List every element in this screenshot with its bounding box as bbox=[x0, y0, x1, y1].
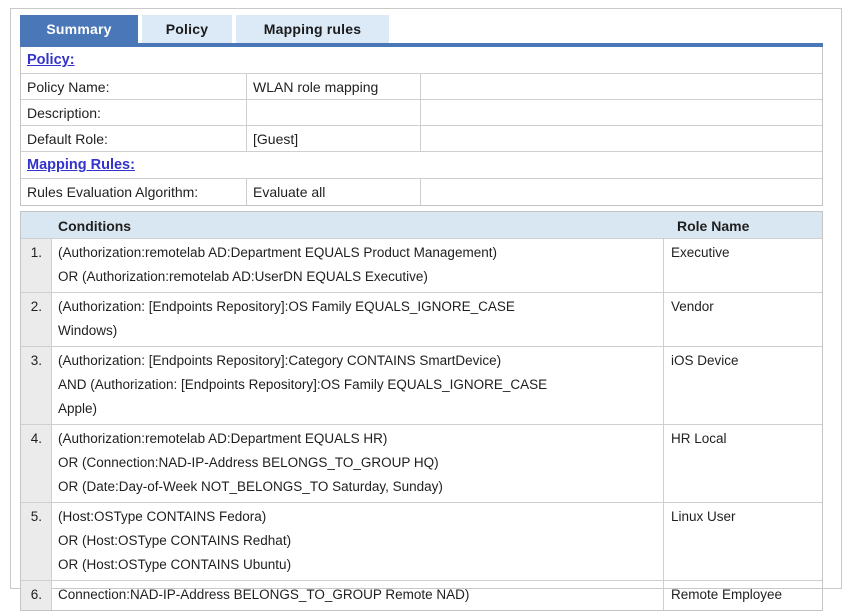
field-value: WLAN role mapping bbox=[247, 74, 421, 99]
field-value: Evaluate all bbox=[247, 179, 421, 205]
rule-number: 5. bbox=[21, 503, 52, 580]
field-value bbox=[247, 100, 421, 125]
rule-role-name: Remote Employee bbox=[671, 587, 783, 602]
rule-role-name: iOS Device bbox=[671, 353, 739, 368]
rules-evaluation-row: Rules Evaluation Algorithm: Evaluate all bbox=[21, 179, 822, 205]
field-label: Default Role: bbox=[21, 126, 247, 151]
tab-bar: Summary Policy Mapping rules bbox=[20, 15, 841, 43]
rule-number: 2. bbox=[21, 293, 52, 346]
rule-conditions: Connection:NAD-IP-Address BELONGS_TO_GRO… bbox=[52, 581, 664, 610]
field-extra bbox=[421, 126, 822, 151]
policy-name-row: Policy Name: WLAN role mapping bbox=[21, 74, 822, 100]
rule-conditions: (Host:OSType CONTAINS Fedora) OR (Host:O… bbox=[52, 503, 664, 580]
field-extra bbox=[421, 179, 822, 205]
policy-section-heading-row: Policy: bbox=[21, 47, 822, 74]
default-role-row: Default Role: [Guest] bbox=[21, 126, 822, 152]
tab-policy[interactable]: Policy bbox=[142, 15, 232, 43]
mapping-rules-section-link[interactable]: Mapping Rules: bbox=[27, 157, 135, 173]
rule-role-name: Executive bbox=[671, 245, 730, 260]
header-conditions: Conditions bbox=[58, 218, 132, 234]
rule-conditions: (Authorization: [Endpoints Repository]:O… bbox=[52, 293, 664, 346]
header-role-name: Role Name bbox=[677, 218, 750, 234]
rule-row-3: 3. (Authorization: [Endpoints Repository… bbox=[21, 347, 822, 425]
rule-role-name: HR Local bbox=[671, 431, 727, 446]
description-row: Description: bbox=[21, 100, 822, 126]
field-label: Rules Evaluation Algorithm: bbox=[21, 179, 247, 205]
rule-row-1: 1. (Authorization:remotelab AD:Departmen… bbox=[21, 239, 822, 293]
rule-role-name: Linux User bbox=[671, 509, 736, 524]
tab-summary[interactable]: Summary bbox=[20, 15, 138, 43]
tab-mapping-rules[interactable]: Mapping rules bbox=[236, 15, 389, 43]
rule-row-5: 5. (Host:OSType CONTAINS Fedora) OR (Hos… bbox=[21, 503, 822, 581]
field-extra bbox=[421, 100, 822, 125]
field-extra bbox=[421, 74, 822, 99]
rule-role-name: Vendor bbox=[671, 299, 714, 314]
field-label: Policy Name: bbox=[21, 74, 247, 99]
mapping-rules-heading-row: Mapping Rules: bbox=[21, 152, 822, 179]
rule-row-6: 6. Connection:NAD-IP-Address BELONGS_TO_… bbox=[21, 581, 822, 610]
rules-table-header: Conditions Role Name bbox=[21, 212, 822, 239]
rule-row-2: 2. (Authorization: [Endpoints Repository… bbox=[21, 293, 822, 347]
rule-number: 3. bbox=[21, 347, 52, 424]
policy-section-link[interactable]: Policy: bbox=[27, 52, 75, 68]
rule-number: 4. bbox=[21, 425, 52, 502]
field-label: Description: bbox=[21, 100, 247, 125]
rule-conditions: (Authorization:remotelab AD:Department E… bbox=[52, 425, 664, 502]
field-value: [Guest] bbox=[247, 126, 421, 151]
rule-number: 1. bbox=[21, 239, 52, 292]
rule-conditions: (Authorization:remotelab AD:Department E… bbox=[52, 239, 664, 292]
content-frame: Summary Policy Mapping rules Policy: Pol… bbox=[10, 8, 842, 611]
policy-summary-table: Policy: Policy Name: WLAN role mapping D… bbox=[20, 47, 823, 206]
rule-conditions: (Authorization: [Endpoints Repository]:C… bbox=[52, 347, 664, 424]
rule-row-4: 4. (Authorization:remotelab AD:Departmen… bbox=[21, 425, 822, 503]
mapping-rules-table: Conditions Role Name 1. (Authorization:r… bbox=[20, 211, 823, 611]
rule-number: 6. bbox=[21, 581, 52, 610]
header-number-cell bbox=[21, 212, 52, 242]
